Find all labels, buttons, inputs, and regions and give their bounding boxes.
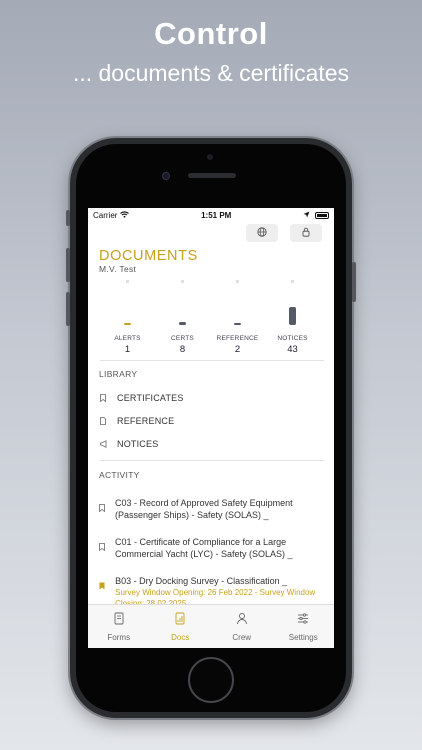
activity-item[interactable]: C03 - Record of Approved Safety Equipmen…: [99, 497, 324, 521]
library-item-label: NOTICES: [117, 439, 159, 449]
promo-subtitle: ... documents & certificates: [72, 60, 350, 86]
status-time: 1:51 PM: [201, 210, 232, 220]
page-title: DOCUMENTS: [99, 248, 198, 264]
tab-docs[interactable]: Docs: [150, 605, 212, 648]
home-button[interactable]: [188, 657, 234, 703]
stat-bar-alerts: [124, 323, 131, 325]
tab-label: Docs: [171, 633, 190, 642]
earpiece-speaker: [188, 173, 236, 178]
library-item-reference[interactable]: REFERENCE: [99, 416, 174, 426]
stats-panel: ALERTS 1 CERTS 8 REFERENCE 2 NOTICES 43: [100, 280, 320, 360]
volume-down-button: [66, 292, 70, 326]
carrier-label: Carrier: [93, 210, 118, 220]
activity-item[interactable]: C01 - Certificate of Compliance for a La…: [99, 536, 324, 560]
library-heading: LIBRARY: [99, 369, 138, 379]
lock-button[interactable]: [290, 224, 322, 242]
stat-count: 2: [234, 344, 241, 355]
tab-settings[interactable]: Settings: [273, 605, 335, 648]
stat-tick: [126, 280, 129, 283]
bookmark-outline-icon: [99, 536, 105, 560]
vessel-name: M.V. Test: [99, 264, 137, 274]
silent-switch: [66, 210, 70, 226]
stat-count: 1: [124, 344, 131, 355]
stat-bar-certs: [179, 322, 186, 325]
wifi-icon: [120, 210, 130, 220]
stat-label: ALERTS: [114, 335, 141, 342]
library-item-notices[interactable]: NOTICES: [99, 439, 158, 449]
tab-bar: Forms Docs Crew Settings: [88, 604, 334, 648]
forms-icon: [113, 612, 125, 630]
stat-label: CERTS: [171, 335, 194, 342]
megaphone-icon: [99, 440, 107, 448]
library-item-certificates[interactable]: CERTIFICATES: [99, 393, 184, 403]
lock-icon: [302, 224, 310, 242]
sensor: [207, 154, 213, 160]
library-item-label: CERTIFICATES: [117, 393, 184, 403]
stat-alerts[interactable]: ALERTS 1: [100, 280, 155, 360]
tab-forms[interactable]: Forms: [88, 605, 150, 648]
stat-tick: [291, 280, 294, 283]
language-button[interactable]: [246, 224, 278, 242]
activity-text: C03 - Record of Approved Safety Equipmen…: [115, 498, 293, 520]
stat-tick: [236, 280, 239, 283]
stat-label: NOTICES: [277, 335, 308, 342]
tab-label: Settings: [288, 633, 318, 642]
status-bar: Carrier 1:51 PM: [88, 208, 334, 222]
stat-reference[interactable]: REFERENCE 2: [210, 280, 265, 360]
docs-icon: [174, 612, 186, 630]
bookmark-outline-icon: [99, 497, 105, 521]
stat-certs[interactable]: CERTS 8: [155, 280, 210, 360]
person-icon: [236, 612, 248, 630]
activity-text: B03 - Dry Docking Survey - Classificatio…: [115, 576, 288, 586]
document-icon: [99, 417, 107, 425]
tab-crew[interactable]: Crew: [211, 605, 273, 648]
stat-bar-notices: [289, 307, 296, 325]
stat-tick: [181, 280, 184, 283]
tab-label: Crew: [232, 633, 252, 642]
activity-heading: ACTIVITY: [99, 470, 140, 480]
stat-bar-reference: [234, 323, 241, 325]
stat-count: 43: [287, 344, 298, 355]
library-item-label: REFERENCE: [117, 416, 175, 426]
sliders-icon: [297, 612, 309, 630]
app-screen: Carrier 1:51 PM DOCUMENTS M.V. Test ALER…: [88, 208, 334, 648]
divider: [100, 360, 324, 361]
power-button: [352, 262, 356, 302]
volume-up-button: [66, 248, 70, 282]
stat-count: 8: [179, 344, 186, 355]
divider: [100, 460, 324, 461]
front-camera: [162, 172, 170, 180]
battery-icon: [315, 211, 329, 219]
tab-label: Forms: [107, 633, 131, 642]
stat-notices[interactable]: NOTICES 43: [265, 280, 320, 360]
bookmark-icon: [99, 394, 107, 402]
promo-title: Control: [154, 16, 268, 51]
globe-icon: [257, 224, 267, 242]
location-arrow-icon: [303, 211, 310, 220]
stat-label: REFERENCE: [216, 335, 259, 342]
activity-text: C01 - Certificate of Compliance for a La…: [115, 537, 293, 559]
